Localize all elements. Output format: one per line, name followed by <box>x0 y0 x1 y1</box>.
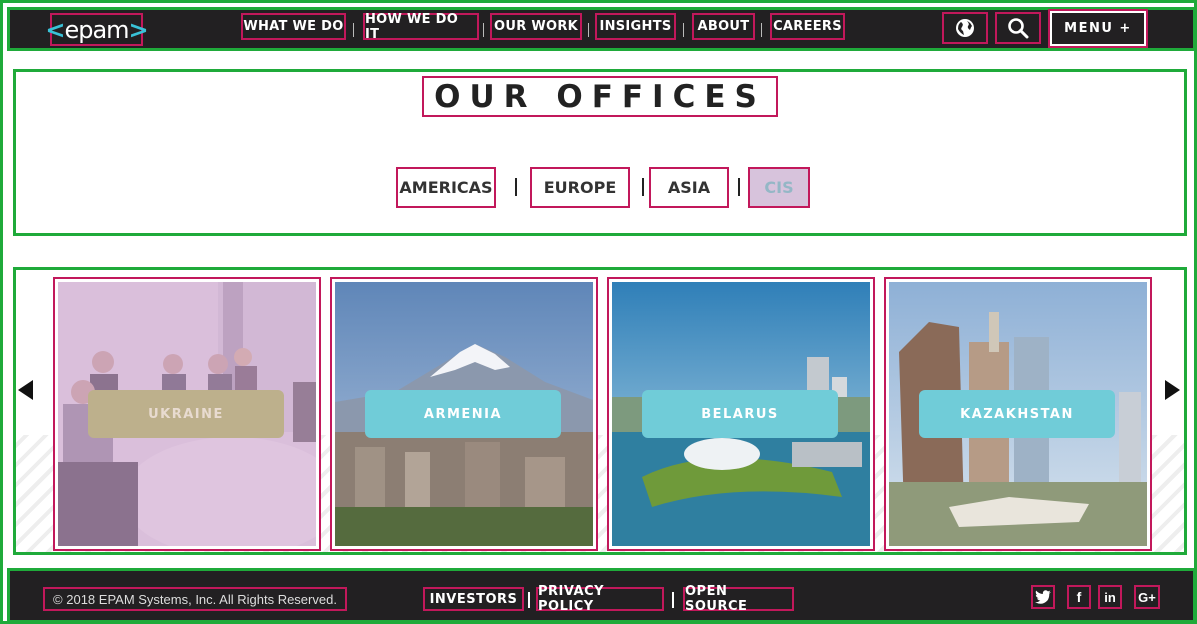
tab-cis[interactable]: CIS <box>748 167 810 208</box>
google-plus-icon[interactable]: G+ <box>1134 585 1160 609</box>
offices-section: OUR OFFICES AMERICAS EUROPE ASIA CIS <box>13 69 1187 236</box>
nav-about[interactable]: ABOUT <box>692 13 755 40</box>
twitter-icon[interactable] <box>1031 585 1055 609</box>
footer-link-open-source[interactable]: OPEN SOURCE <box>683 584 794 614</box>
office-label-ukraine: UKRAINE <box>88 390 284 438</box>
office-card-belarus[interactable]: BELARUS <box>607 277 875 551</box>
page-title: OUR OFFICES <box>422 76 778 117</box>
nav-what-we-do[interactable]: WHAT WE DO <box>241 13 346 40</box>
arrow-left-icon[interactable] <box>18 380 33 400</box>
office-card-ukraine[interactable]: UKRAINE <box>53 277 321 551</box>
logo-text: epam <box>64 15 129 44</box>
tab-americas[interactable]: AMERICAS <box>396 167 496 208</box>
globe-icon <box>956 19 974 37</box>
office-label-kazakhstan: KAZAKHSTAN <box>919 390 1115 438</box>
office-label-belarus: BELARUS <box>642 390 838 438</box>
nav-insights[interactable]: INSIGHTS <box>595 13 676 40</box>
office-photo: KAZAKHSTAN <box>889 282 1147 546</box>
office-label-armenia: ARMENIA <box>365 390 561 438</box>
nav-careers[interactable]: CAREERS <box>770 13 845 40</box>
nav-how-we-do-it[interactable]: HOW WE DO IT <box>363 12 479 42</box>
arrow-right-icon[interactable] <box>1165 380 1180 400</box>
office-card-armenia[interactable]: ARMENIA <box>330 277 598 551</box>
linkedin-icon[interactable]: in <box>1098 585 1122 609</box>
office-photo: ARMENIA <box>335 282 593 546</box>
office-photo: UKRAINE <box>58 282 316 546</box>
language-button[interactable] <box>942 12 988 44</box>
top-navigation-bar: < epam > WHAT WE DO HOW WE DO IT OUR WORK … <box>7 7 1196 51</box>
office-photo: BELARUS <box>612 282 870 546</box>
offices-carousel: UKRAINE ARMENIA BELARUS KAZAKHSTAN <box>13 267 1187 555</box>
copyright-text: © 2018 EPAM Systems, Inc. All Rights Res… <box>43 587 347 611</box>
search-icon <box>1008 18 1029 39</box>
tab-asia[interactable]: ASIA <box>649 167 729 208</box>
nav-our-work[interactable]: OUR WORK <box>490 13 582 40</box>
page: < epam > WHAT WE DO HOW WE DO IT OUR WORK … <box>0 0 1197 624</box>
epam-logo[interactable]: < epam > <box>45 13 149 46</box>
tab-europe[interactable]: EUROPE <box>530 167 630 208</box>
menu-button[interactable]: MENU + <box>1048 9 1148 48</box>
office-card-kazakhstan[interactable]: KAZAKHSTAN <box>884 277 1152 551</box>
footer: © 2018 EPAM Systems, Inc. All Rights Res… <box>7 568 1196 623</box>
footer-link-investors[interactable]: INVESTORS <box>423 587 524 611</box>
footer-link-privacy-policy[interactable]: PRIVACY POLICY <box>536 584 664 614</box>
facebook-icon[interactable]: f <box>1067 585 1091 609</box>
search-button[interactable] <box>995 12 1041 44</box>
